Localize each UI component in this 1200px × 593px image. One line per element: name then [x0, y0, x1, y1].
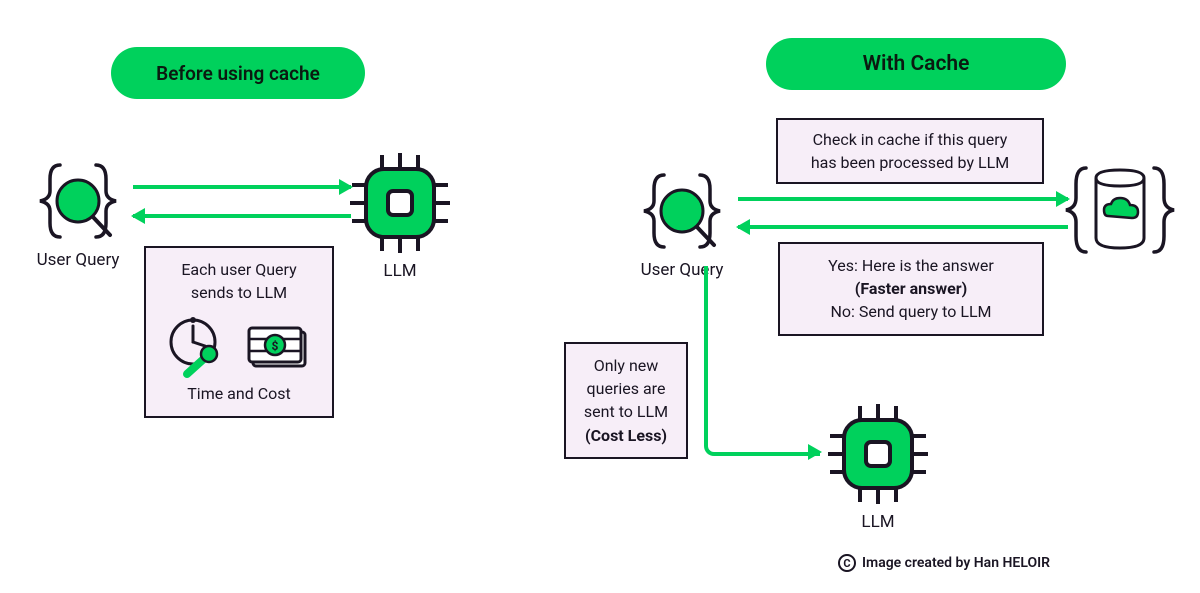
title-pill-before: Before using cache [111, 47, 365, 99]
answer-l3: No: Send query to LLM [790, 300, 1032, 323]
answer-l2: (Faster answer) [790, 277, 1032, 300]
newq-l1: Only new [574, 354, 678, 377]
time-cost-icons: $ [159, 312, 319, 378]
llm-chip-icon-left [346, 149, 454, 257]
user-query-icon [32, 159, 124, 245]
llm-label-right: LLM [842, 512, 914, 532]
check-cache-l2: has been processed by LLM [788, 151, 1032, 174]
arrow-to-llm-left [133, 185, 351, 189]
image-credit: C Image created by Han HELOIR [838, 554, 1050, 572]
cache-icon [1064, 160, 1176, 260]
newq-l4: (Cost Less) [574, 424, 678, 447]
newq-l3: sent to LLM [574, 400, 678, 423]
arrow-to-cache [738, 197, 1068, 201]
arrow-from-cache [738, 225, 1068, 229]
copyright-icon: C [838, 554, 856, 572]
llm-chip-icon-right [824, 400, 932, 508]
check-cache-box: Check in cache if this query has been pr… [776, 118, 1044, 184]
arrow-to-llm-right [704, 266, 820, 456]
user-query-label-left: User Query [24, 250, 132, 270]
llm-label-left: LLM [364, 261, 436, 281]
title-pill-with: With Cache [766, 38, 1066, 90]
explain-left-l1: Each user Query [158, 258, 320, 281]
svg-text:$: $ [272, 339, 279, 353]
arrow-from-llm-left [133, 214, 351, 218]
newq-l2: queries are [574, 377, 678, 400]
title-with-text: With Cache [863, 52, 970, 76]
answer-l1: Yes: Here is the answer [790, 254, 1032, 277]
new-queries-box: Only new queries are sent to LLM (Cost L… [564, 342, 688, 459]
explain-left-l3: Time and Cost [158, 382, 320, 405]
explain-left-l2: sends to LLM [158, 281, 320, 304]
check-cache-l1: Check in cache if this query [788, 128, 1032, 151]
user-query-icon-right [636, 169, 728, 255]
explain-box-left: Each user Query sends to LLM $ Time and … [144, 246, 334, 418]
title-before-text: Before using cache [156, 62, 320, 85]
credit-text: Image created by Han HELOIR [862, 555, 1050, 571]
